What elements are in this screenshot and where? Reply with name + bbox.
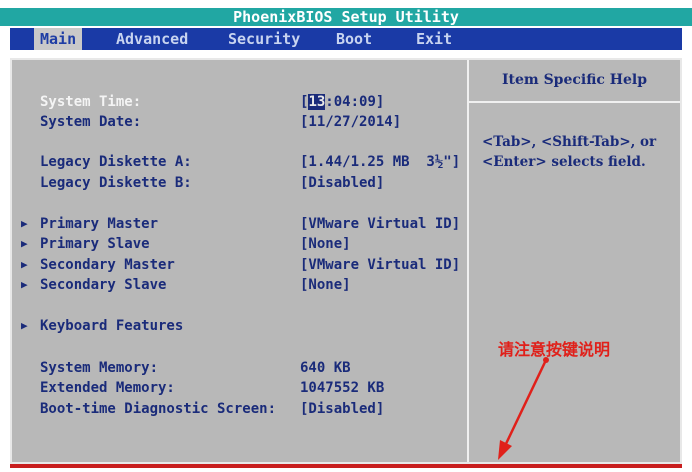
- panel-bottom-border: [10, 464, 682, 468]
- keyboard-features-label: Keyboard Features: [40, 318, 184, 334]
- bios-title-bar: PhoenixBIOS Setup Utility: [0, 8, 692, 26]
- extended-memory-value: 1047552 KB: [300, 380, 385, 396]
- submenu-arrow-icon: ▶: [21, 217, 28, 230]
- primary-slave-value: [None]: [300, 236, 351, 252]
- submenu-arrow-icon: ▶: [21, 237, 28, 250]
- row-boot-diagnostic[interactable]: Boot-time Diagnostic Screen: [Disabled]: [12, 399, 467, 419]
- row-legacy-diskette-a[interactable]: Legacy Diskette A: [1.44/1.25 MB 3½"]: [12, 152, 467, 172]
- menu-bar: Main Advanced Security Boot Exit: [10, 28, 682, 50]
- row-legacy-diskette-b[interactable]: Legacy Diskette B: [Disabled]: [12, 173, 467, 193]
- submenu-arrow-icon: ▶: [21, 319, 28, 332]
- menu-advanced[interactable]: Advanced: [110, 28, 194, 50]
- menu-boot[interactable]: Boot: [330, 28, 378, 50]
- secondary-slave-value: [None]: [300, 277, 351, 293]
- system-time-label: System Time:: [40, 94, 142, 110]
- secondary-slave-label: Secondary Slave: [40, 277, 167, 293]
- row-secondary-master[interactable]: ▶ Secondary Master [VMware Virtual ID]: [12, 255, 467, 275]
- panel-divider: [467, 60, 469, 462]
- bios-title: PhoenixBIOS Setup Utility: [233, 8, 459, 26]
- primary-master-label: Primary Master: [40, 216, 159, 232]
- row-system-memory: System Memory: 640 KB: [12, 358, 467, 378]
- help-text: <Tab>, <Shift-Tab>, or <Enter> selects f…: [482, 134, 657, 170]
- system-date-value[interactable]: [11/27/2014]: [300, 112, 401, 132]
- primary-master-value: [VMware Virtual ID]: [300, 216, 461, 232]
- menu-security[interactable]: Security: [222, 28, 306, 50]
- row-keyboard-features[interactable]: ▶ Keyboard Features: [12, 316, 467, 336]
- row-secondary-slave[interactable]: ▶ Secondary Slave [None]: [12, 275, 467, 295]
- secondary-master-value: [VMware Virtual ID]: [300, 257, 461, 273]
- annotation-arrow-icon: [498, 357, 549, 460]
- system-memory-value: 640 KB: [300, 360, 351, 376]
- row-primary-master[interactable]: ▶ Primary Master [VMware Virtual ID]: [12, 214, 467, 234]
- time-rest: :04:09]: [325, 94, 385, 110]
- row-system-date[interactable]: System Date: [11/27/2014]: [12, 112, 467, 132]
- boot-diagnostic-value[interactable]: [Disabled]: [300, 399, 384, 419]
- row-primary-slave[interactable]: ▶ Primary Slave [None]: [12, 234, 467, 254]
- boot-diagnostic-label: Boot-time Diagnostic Screen:: [40, 401, 277, 417]
- extended-memory-label: Extended Memory:: [40, 380, 175, 396]
- row-system-time[interactable]: System Time: [13:04:09]: [12, 92, 467, 112]
- main-panel: Item Specific Help <Tab>, <Shift-Tab>, o…: [10, 58, 682, 464]
- diskette-a-value[interactable]: [1.44/1.25 MB 3½"]: [300, 152, 460, 172]
- secondary-master-label: Secondary Master: [40, 257, 175, 273]
- diskette-b-label: Legacy Diskette B:: [40, 175, 192, 191]
- system-memory-label: System Memory:: [40, 360, 159, 376]
- diskette-b-value[interactable]: [Disabled]: [300, 173, 384, 193]
- help-separator: [469, 101, 680, 103]
- time-hour-field[interactable]: 13: [308, 94, 326, 110]
- system-time-value[interactable]: [13:04:09]: [300, 92, 384, 112]
- menu-exit[interactable]: Exit: [410, 28, 458, 50]
- submenu-arrow-icon: ▶: [21, 258, 28, 271]
- submenu-arrow-icon: ▶: [21, 278, 28, 291]
- help-title: Item Specific Help: [501, 72, 648, 88]
- diskette-a-label: Legacy Diskette A:: [40, 154, 192, 170]
- menu-main[interactable]: Main: [34, 28, 83, 50]
- row-extended-memory: Extended Memory: 1047552 KB: [12, 378, 467, 398]
- primary-slave-label: Primary Slave: [40, 236, 150, 252]
- system-date-label: System Date:: [40, 114, 142, 130]
